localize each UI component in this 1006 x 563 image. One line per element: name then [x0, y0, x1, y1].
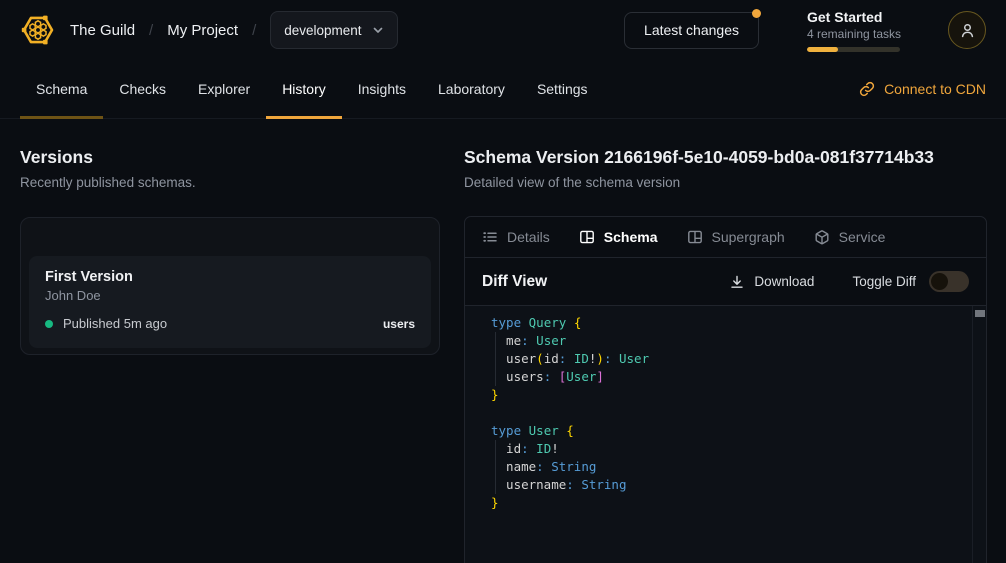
code-scrollbar[interactable] — [972, 306, 986, 563]
toggle-diff-label: Toggle Diff — [852, 274, 916, 289]
code-scrollbar-thumb[interactable] — [975, 310, 985, 317]
detail-tab-service[interactable]: Service — [814, 229, 886, 245]
app-header: The Guild / My Project / development Lat… — [0, 0, 1006, 60]
toggle-diff-knob — [931, 273, 948, 290]
notification-dot — [752, 9, 761, 18]
version-detail-panel: Details Schema — [464, 216, 987, 563]
diff-view-title: Diff View — [482, 273, 547, 291]
version-detail-title: Schema Version 2166196f-5e10-4059-bd0a-0… — [464, 147, 987, 168]
target-nav: Schema Checks Explorer History Insights … — [0, 60, 1006, 119]
get-started-progress-fill — [807, 47, 838, 52]
version-name: First Version — [45, 269, 415, 285]
version-author: John Doe — [45, 288, 415, 303]
list-icon — [482, 229, 498, 245]
get-started-progress-track — [807, 47, 900, 52]
version-status: Published 5m ago — [63, 316, 167, 331]
user-avatar[interactable] — [948, 11, 986, 49]
detail-tab-schema[interactable]: Schema — [579, 229, 658, 245]
nav-tab-schema[interactable]: Schema — [20, 60, 103, 118]
version-detail-section: Schema Version 2166196f-5e10-4059-bd0a-0… — [460, 119, 1006, 563]
get-started-title: Get Started — [807, 9, 900, 25]
version-list-item[interactable]: First Version John Doe Published 5m ago … — [29, 256, 431, 348]
panels-icon — [579, 229, 595, 245]
get-started-subtitle: 4 remaining tasks — [807, 27, 900, 41]
versions-list: First Version John Doe Published 5m ago … — [20, 217, 440, 355]
panels-icon — [687, 229, 703, 245]
nav-tab-insights[interactable]: Insights — [342, 60, 422, 118]
chevron-down-icon — [372, 24, 384, 36]
nav-tab-checks[interactable]: Checks — [103, 60, 182, 118]
person-icon — [959, 22, 976, 39]
download-label: Download — [754, 274, 814, 289]
nav-tab-explorer[interactable]: Explorer — [182, 60, 266, 118]
nav-tab-settings[interactable]: Settings — [521, 60, 604, 118]
target-selector-value: development — [284, 23, 361, 38]
version-service-badge: users — [383, 317, 415, 331]
hive-logo-icon[interactable] — [20, 12, 56, 48]
detail-tabs: Details Schema — [465, 217, 986, 258]
code-content: type Query { me: User user(id: ID!): Use… — [465, 306, 986, 512]
versions-title: Versions — [20, 147, 440, 168]
latest-changes-label: Latest changes — [644, 22, 739, 38]
breadcrumb-separator: / — [252, 22, 256, 39]
versions-subtitle: Recently published schemas. — [20, 175, 440, 190]
download-icon — [729, 274, 745, 290]
published-status-dot — [45, 320, 53, 328]
breadcrumb-org[interactable]: The Guild — [70, 22, 135, 39]
breadcrumb-project[interactable]: My Project — [167, 22, 238, 39]
schema-code-viewer: type Query { me: User user(id: ID!): Use… — [465, 306, 986, 563]
diff-view-header: Diff View Download Toggle Diff — [465, 258, 986, 306]
nav-tabs: Schema Checks Explorer History Insights … — [20, 60, 604, 118]
detail-tab-details[interactable]: Details — [482, 229, 550, 245]
cube-icon — [814, 229, 830, 245]
toggle-diff-switch[interactable] — [929, 271, 969, 292]
link-icon — [859, 81, 875, 97]
main-content: Versions Recently published schemas. Fir… — [0, 119, 1006, 563]
latest-changes-button[interactable]: Latest changes — [624, 12, 759, 49]
version-detail-subtitle: Detailed view of the schema version — [464, 175, 987, 190]
nav-tab-laboratory[interactable]: Laboratory — [422, 60, 521, 118]
get-started-widget[interactable]: Get Started 4 remaining tasks — [807, 9, 900, 52]
versions-section: Versions Recently published schemas. Fir… — [0, 119, 460, 563]
download-button[interactable]: Download — [729, 274, 814, 290]
target-selector-dropdown[interactable]: development — [270, 11, 397, 49]
detail-tab-supergraph[interactable]: Supergraph — [687, 229, 785, 245]
connect-to-cdn-button[interactable]: Connect to CDN — [859, 60, 986, 118]
nav-tab-history[interactable]: History — [266, 60, 342, 118]
connect-to-cdn-label: Connect to CDN — [884, 81, 986, 97]
breadcrumb-separator: / — [149, 22, 153, 39]
